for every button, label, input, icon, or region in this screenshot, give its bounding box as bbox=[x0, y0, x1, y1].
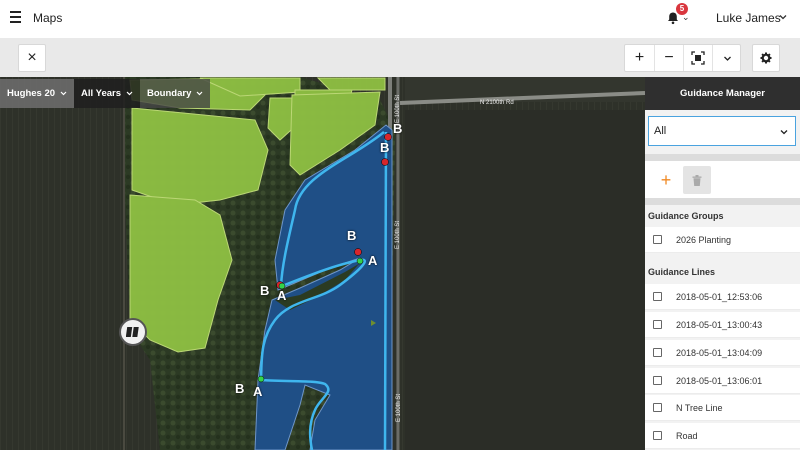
list-item-label: 2018-05-01_12:53:06 bbox=[676, 291, 763, 302]
divider bbox=[645, 154, 800, 161]
gear-icon bbox=[760, 52, 772, 64]
checkbox[interactable] bbox=[653, 292, 662, 301]
checkbox[interactable] bbox=[653, 376, 662, 385]
point-b-label: B bbox=[393, 121, 403, 136]
list-item-label: 2018-05-01_13:06:01 bbox=[676, 375, 763, 386]
guidance-filter-select[interactable]: All bbox=[648, 116, 796, 146]
point-a-label: A bbox=[277, 288, 287, 303]
trash-icon bbox=[692, 174, 702, 186]
field-marker[interactable] bbox=[119, 318, 147, 346]
panel-actions: + bbox=[645, 161, 800, 198]
add-button[interactable]: + bbox=[654, 168, 678, 192]
guidance-manager-panel: Guidance Manager All + Guidance Groups 2… bbox=[645, 77, 800, 450]
close-button[interactable]: × bbox=[18, 44, 46, 72]
filter-label: All Years bbox=[81, 88, 122, 99]
menu-icon[interactable] bbox=[10, 11, 22, 23]
user-menu[interactable]: Luke James bbox=[716, 11, 781, 25]
road-label-north: N 2100th Rd bbox=[480, 100, 514, 106]
point-a-label: A bbox=[368, 253, 378, 268]
point-b-label: B bbox=[347, 228, 357, 243]
list-item-label: 2018-05-01_13:04:09 bbox=[676, 347, 763, 358]
close-icon: × bbox=[27, 49, 37, 66]
filter-label: Hughes 20 bbox=[7, 88, 56, 99]
list-item[interactable]: 2018-05-01_12:53:06 bbox=[645, 284, 800, 310]
filter-years-dropdown[interactable]: All Years bbox=[74, 79, 141, 108]
panel-title: Guidance Manager bbox=[645, 77, 800, 110]
filter-farm-dropdown[interactable]: Hughes 20 bbox=[0, 79, 75, 108]
chevron-down-icon bbox=[196, 91, 203, 96]
list-item[interactable]: Road bbox=[645, 423, 800, 449]
checkbox[interactable] bbox=[653, 235, 662, 244]
filter-label: Boundary bbox=[147, 88, 192, 99]
list-item[interactable]: 2018-05-01_13:04:09 bbox=[645, 340, 800, 366]
chevron-down-icon bbox=[780, 130, 788, 135]
list-item-label: 2026 Planting bbox=[676, 234, 732, 245]
list-item[interactable]: 2026 Planting bbox=[645, 227, 800, 253]
select-value: All bbox=[654, 125, 667, 137]
checkbox[interactable] bbox=[653, 431, 662, 440]
road-label-east-mid: E 100th St bbox=[395, 220, 401, 249]
point-b-label: B bbox=[380, 140, 390, 155]
list-item[interactable]: 2018-05-01_13:06:01 bbox=[645, 368, 800, 394]
filter-layer-dropdown[interactable]: Boundary bbox=[140, 79, 211, 108]
point-a-label: A bbox=[253, 384, 263, 399]
road-label-east-upper: E 100th St bbox=[395, 94, 401, 123]
chevron-down-icon bbox=[126, 91, 133, 96]
settings-button[interactable] bbox=[752, 44, 780, 72]
chevron-down-icon bbox=[723, 56, 731, 61]
delete-button[interactable] bbox=[683, 166, 711, 194]
checkbox[interactable] bbox=[653, 320, 662, 329]
more-options-button[interactable] bbox=[712, 45, 741, 71]
satellite-imagery bbox=[0, 77, 645, 450]
top-bar: Maps 5 ⌄ Luke James bbox=[0, 0, 800, 38]
divider bbox=[645, 198, 800, 205]
guidance-lines-heading: Guidance Lines bbox=[645, 261, 800, 283]
guidance-groups-heading: Guidance Groups bbox=[645, 205, 800, 227]
list-item-label: 2018-05-01_13:00:43 bbox=[676, 319, 763, 330]
zoom-controls: + − bbox=[624, 44, 741, 72]
map-filter-bar: Hughes 20 All Years Boundary bbox=[0, 79, 211, 108]
notifications-chevron-down-icon[interactable]: ⌄ bbox=[682, 12, 690, 23]
page-title: Maps bbox=[33, 11, 63, 25]
list-item[interactable]: N Tree Line bbox=[645, 395, 800, 421]
list-item[interactable]: 2018-05-01_13:00:43 bbox=[645, 312, 800, 338]
field-marker-icon bbox=[126, 327, 139, 337]
user-chevron-down-icon[interactable] bbox=[779, 13, 787, 21]
checkbox[interactable] bbox=[653, 403, 662, 412]
road-label-east-lower: E 100th St bbox=[396, 393, 402, 422]
chevron-down-icon bbox=[60, 91, 67, 96]
zoom-out-button[interactable]: − bbox=[654, 45, 683, 71]
list-item-label: Road bbox=[676, 430, 698, 441]
map-view[interactable]: N 2100th Rd E 100th St E 100th St E 100t… bbox=[0, 77, 645, 450]
plus-icon: + bbox=[660, 169, 672, 190]
fit-extent-button[interactable] bbox=[683, 45, 712, 71]
point-b-label: B bbox=[235, 381, 245, 396]
zoom-in-button[interactable]: + bbox=[625, 45, 654, 71]
point-b-label: B bbox=[260, 283, 270, 298]
list-item-label: N Tree Line bbox=[676, 402, 723, 413]
fit-extent-icon bbox=[691, 51, 705, 65]
checkbox[interactable] bbox=[653, 348, 662, 357]
map-toolbar: × + − bbox=[0, 38, 800, 77]
